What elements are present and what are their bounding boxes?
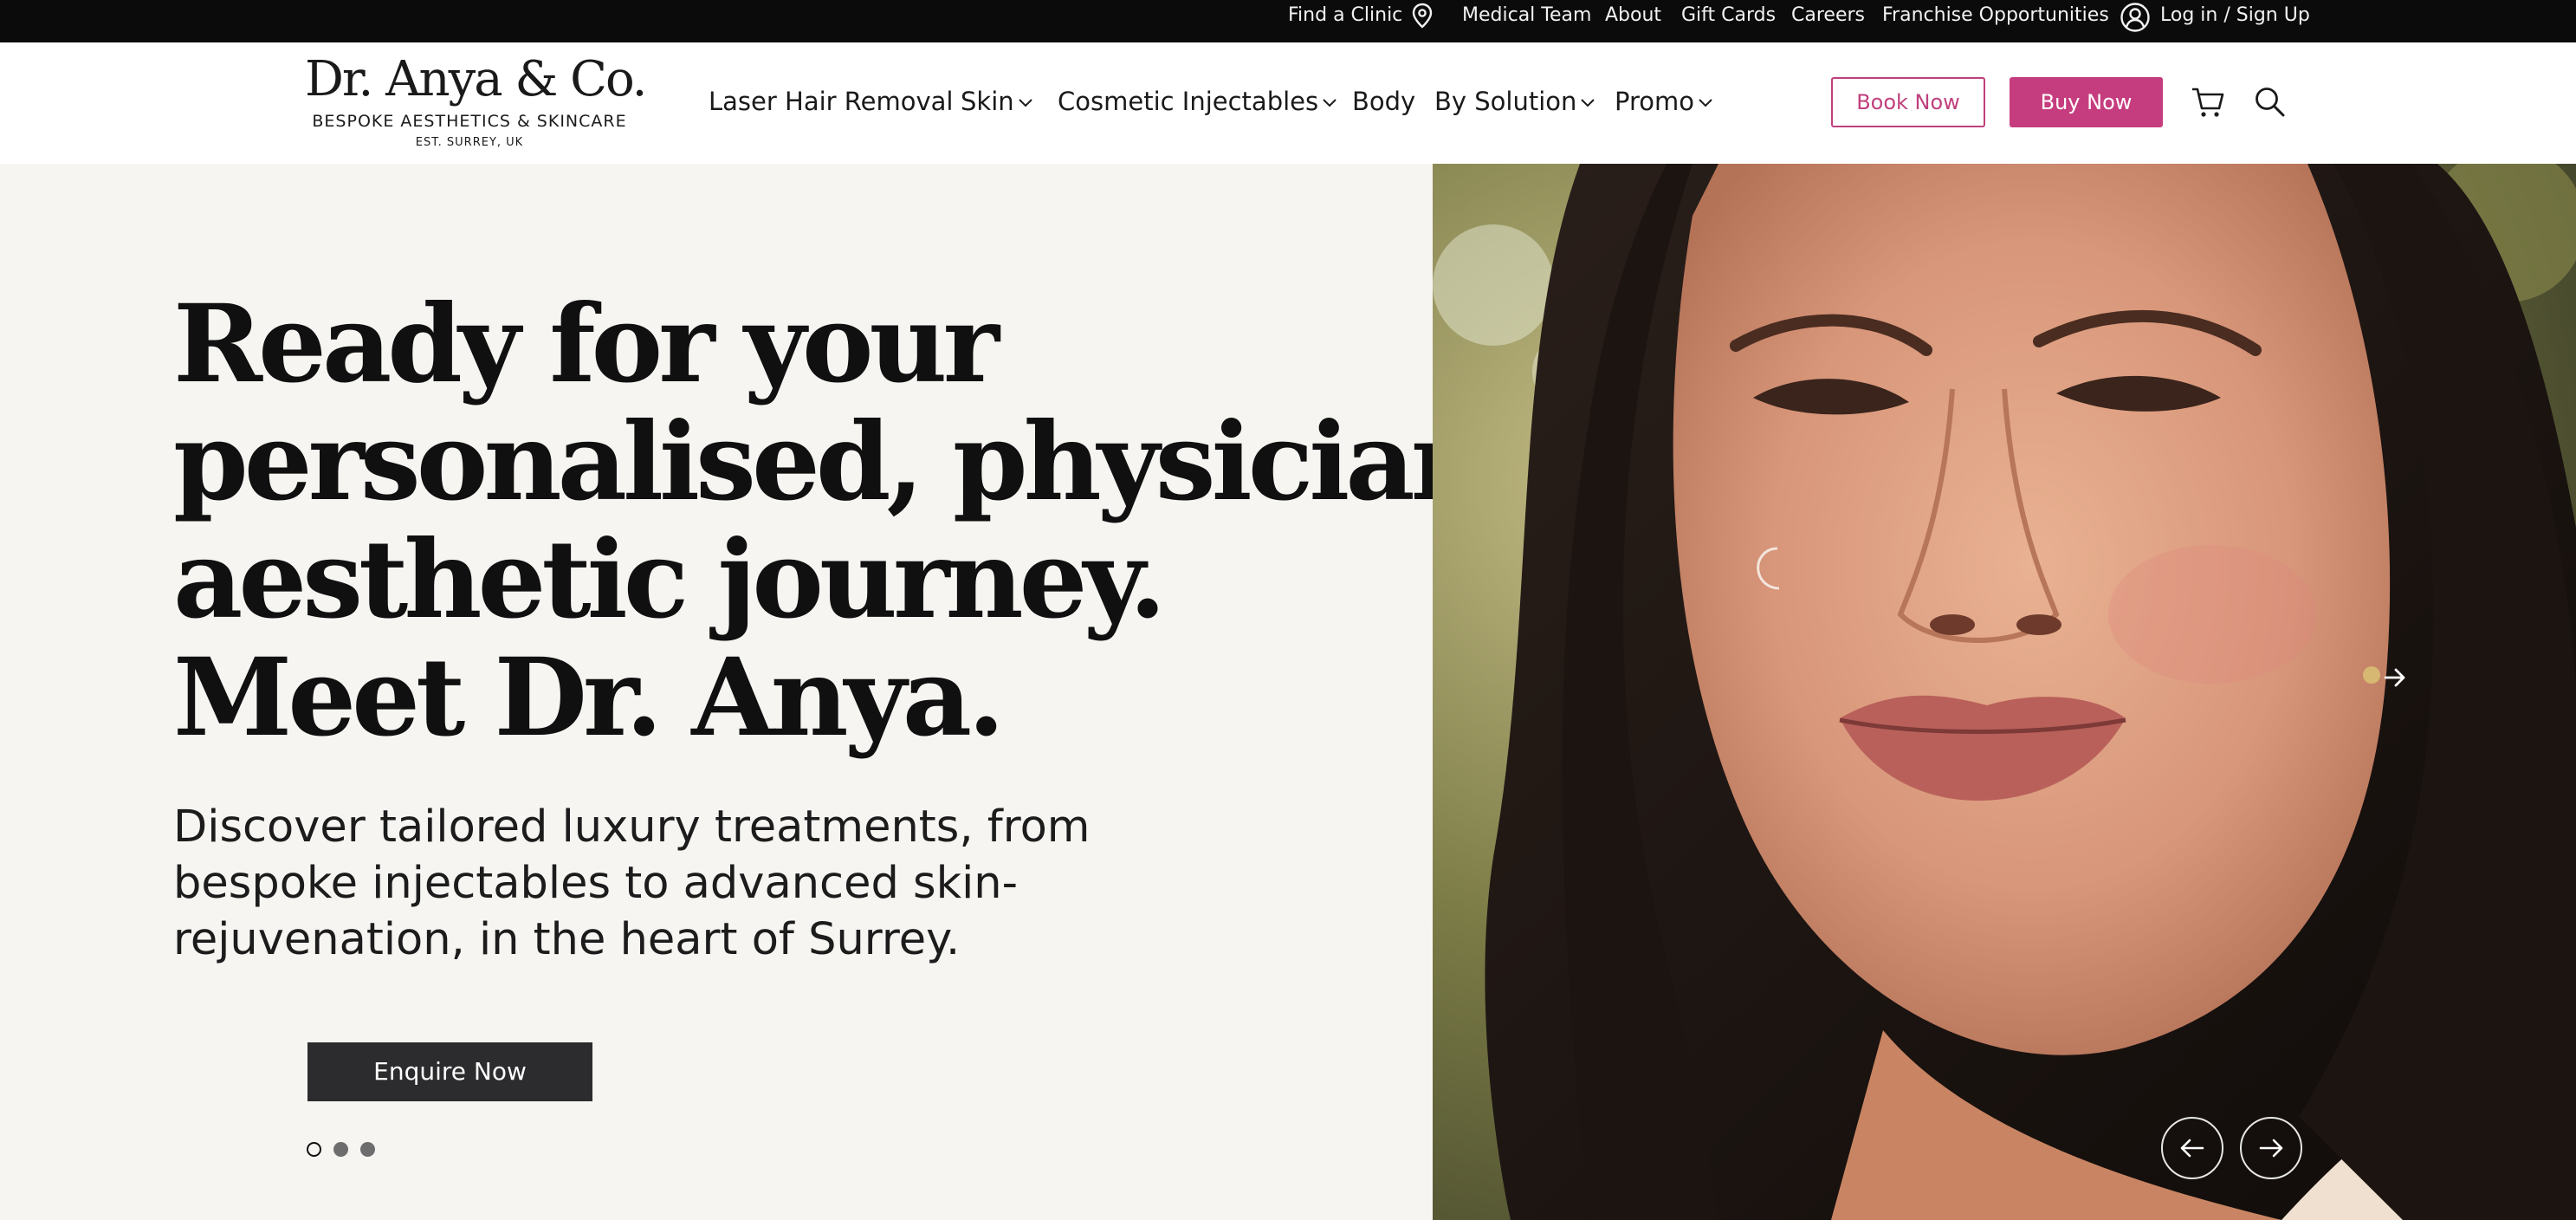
buy-now-button[interactable]: Buy Now — [2010, 77, 2163, 127]
login-signup-link[interactable]: Log in / Sign Up — [2160, 0, 2310, 42]
utility-bar: Find a Clinic Medical Team About Gift Ca… — [0, 0, 2576, 42]
hero-subtitle: Discover tailored luxury treatments, fro… — [173, 801, 1091, 965]
enquire-now-button[interactable]: Enquire Now — [307, 1042, 592, 1101]
nav-cosmetic-injectables[interactable]: Cosmetic Injectables — [1058, 84, 1337, 119]
nav-label: By Solution — [1434, 87, 1577, 116]
nav-label: Skin — [961, 87, 1014, 116]
hero-title-line: Ready for your — [173, 282, 1000, 407]
franchise-link[interactable]: Franchise Opportunities — [1882, 0, 2109, 42]
nav-body[interactable]: Body — [1352, 84, 1415, 119]
main-header: Dr. Anya & Co. BESPOKE AESTHETICS & SKIN… — [0, 42, 2576, 164]
slide-next-button[interactable] — [2240, 1117, 2302, 1179]
slide-dot[interactable] — [333, 1142, 348, 1157]
search-icon[interactable] — [2253, 85, 2288, 120]
arrow-left-icon — [2180, 1139, 2204, 1158]
arrow-right-icon — [2259, 1139, 2283, 1158]
slide-prev-button[interactable] — [2161, 1117, 2223, 1179]
nav-skin[interactable]: Skin — [961, 84, 1033, 119]
careers-link[interactable]: Careers — [1791, 0, 1865, 42]
nav-label: Promo — [1615, 87, 1694, 116]
medical-team-link[interactable]: Medical Team — [1462, 0, 1591, 42]
nav-by-solution[interactable]: By Solution — [1434, 84, 1595, 119]
nav-label: Laser Hair Removal — [709, 87, 954, 116]
hero-title-line: personalised, physician-led — [173, 399, 1700, 525]
chevron-down-icon — [1018, 99, 1032, 107]
cursor-ring-icon — [1757, 547, 1780, 590]
user-account-icon[interactable] — [2120, 2, 2151, 33]
nav-laser-hair-removal[interactable]: Laser Hair Removal — [709, 84, 953, 119]
slide-dot[interactable] — [360, 1142, 375, 1157]
location-pin-icon[interactable] — [1411, 3, 1434, 29]
logo-est: EST. SURREY, UK — [415, 136, 524, 149]
chevron-down-icon — [1699, 99, 1712, 107]
nav-label: Cosmetic Injectables — [1058, 87, 1319, 116]
chevron-down-icon — [1323, 99, 1337, 107]
gift-cards-link[interactable]: Gift Cards — [1681, 0, 1776, 42]
nav-promo[interactable]: Promo — [1615, 84, 1713, 119]
logo-tagline: BESPOKE AESTHETICS & SKINCARE — [312, 112, 627, 131]
arrow-right-icon[interactable] — [2382, 665, 2408, 690]
find-clinic-link[interactable]: Find a Clinic — [1288, 0, 1402, 42]
about-link[interactable]: About — [1605, 0, 1661, 42]
book-now-button[interactable]: Book Now — [1831, 77, 1985, 127]
portrait-illustration — [1433, 164, 2576, 1220]
slide-dot-active[interactable] — [307, 1142, 321, 1157]
hero-portrait-image — [1433, 164, 2576, 1220]
chevron-down-icon — [1581, 99, 1595, 107]
cart-icon[interactable] — [2190, 84, 2226, 120]
hero-title-line: Meet Dr. Anya. — [173, 635, 1005, 761]
hero-title: Ready for your personalised, physician-l… — [173, 282, 1700, 761]
logo-wordmark[interactable]: Dr. Anya & Co. — [305, 51, 647, 107]
hero-title-line: aesthetic journey. — [173, 517, 1167, 643]
nav-label: Body — [1352, 87, 1416, 116]
